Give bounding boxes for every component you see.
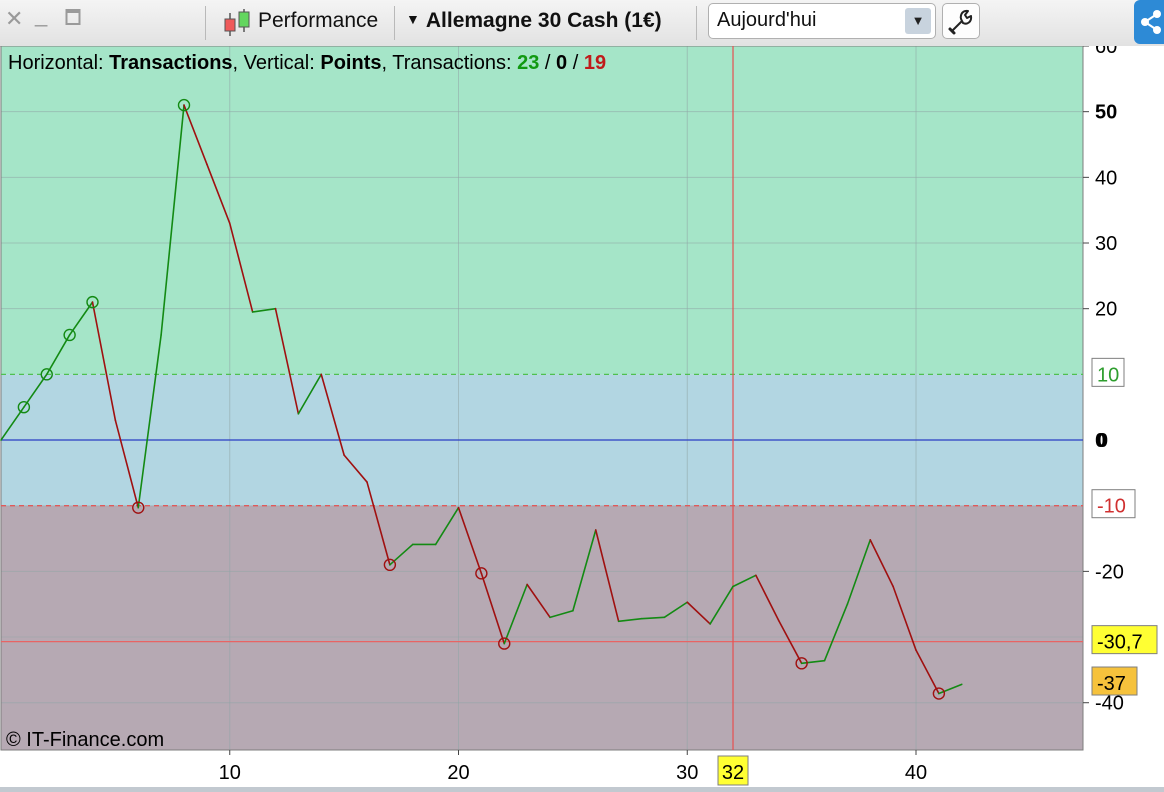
- chart-header: Horizontal: Transactions, Vertical: Poin…: [8, 52, 606, 74]
- header-horizontal-value: Transactions: [109, 52, 232, 74]
- y-tick-label: 50: [1095, 102, 1117, 124]
- performance-chart[interactable]: 60 50 40 30 20 0 -20 -40 10 0 -10 -30,7 -37 10 20 30 40 3…: [0, 46, 1164, 788]
- header-horizontal-label: Horizontal:: [8, 52, 109, 74]
- y-tick-label: -40: [1095, 693, 1124, 715]
- instrument-selector[interactable]: ▼ Allemagne 30 Cash (1€): [406, 9, 662, 33]
- wrench-icon: [948, 9, 973, 35]
- period-select[interactable]: Aujourd'hui ▼: [708, 3, 936, 39]
- y-tick-label: 20: [1095, 299, 1117, 321]
- reference-label: -10: [1097, 496, 1126, 518]
- toolbar-separator: [696, 6, 697, 40]
- share-icon: [1141, 10, 1161, 34]
- minimize-icon[interactable]: _: [35, 4, 47, 26]
- y-tick-label: 60: [1095, 46, 1117, 58]
- x-tick-label: 10: [219, 762, 241, 784]
- maximize-icon[interactable]: [65, 8, 81, 30]
- reference-label: -30,7: [1097, 632, 1143, 654]
- settings-button[interactable]: [942, 3, 980, 39]
- cursor-label: 32: [722, 762, 744, 784]
- copyright-label: © IT-Finance.com: [6, 729, 164, 751]
- share-button[interactable]: [1134, 0, 1164, 44]
- toolbar-separator: [205, 6, 206, 40]
- reference-label: 0: [1097, 430, 1108, 452]
- header-losses-count: 19: [584, 52, 606, 74]
- reference-label: 10: [1097, 364, 1119, 386]
- y-tick-label: 30: [1095, 233, 1117, 255]
- chevron-down-icon[interactable]: ▼: [905, 8, 931, 34]
- header-separator: /: [539, 52, 556, 74]
- current-value-label: -37: [1097, 673, 1126, 695]
- toolbar: ✕ _ Performance ▼ Allemagne 30 Cash (1€) …: [0, 0, 1164, 47]
- header-transactions-label: , Transactions:: [381, 52, 517, 74]
- performance-label[interactable]: Performance: [258, 9, 378, 33]
- close-icon[interactable]: ✕: [5, 8, 23, 30]
- instrument-label: Allemagne 30 Cash (1€): [425, 9, 662, 32]
- zone-band: [1, 505, 1083, 750]
- header-wins-count: 23: [517, 52, 539, 74]
- header-separator: /: [567, 52, 584, 74]
- toolbar-separator: [394, 6, 395, 40]
- zone-band: [1, 46, 1083, 375]
- y-tick-label: -20: [1095, 561, 1124, 583]
- y-tick-label: 40: [1095, 167, 1117, 189]
- caret-down-icon: ▼: [406, 11, 420, 27]
- candlestick-icon: [224, 9, 250, 36]
- period-select-value: Aujourd'hui: [717, 9, 817, 31]
- x-tick-label: 40: [905, 762, 927, 784]
- header-vertical-label: , Vertical:: [233, 52, 321, 74]
- header-neutral-count: 0: [556, 52, 567, 74]
- x-tick-label: 30: [676, 762, 698, 784]
- x-tick-label: 20: [447, 762, 469, 784]
- header-vertical-value: Points: [320, 52, 381, 74]
- bottom-border: [0, 787, 1164, 792]
